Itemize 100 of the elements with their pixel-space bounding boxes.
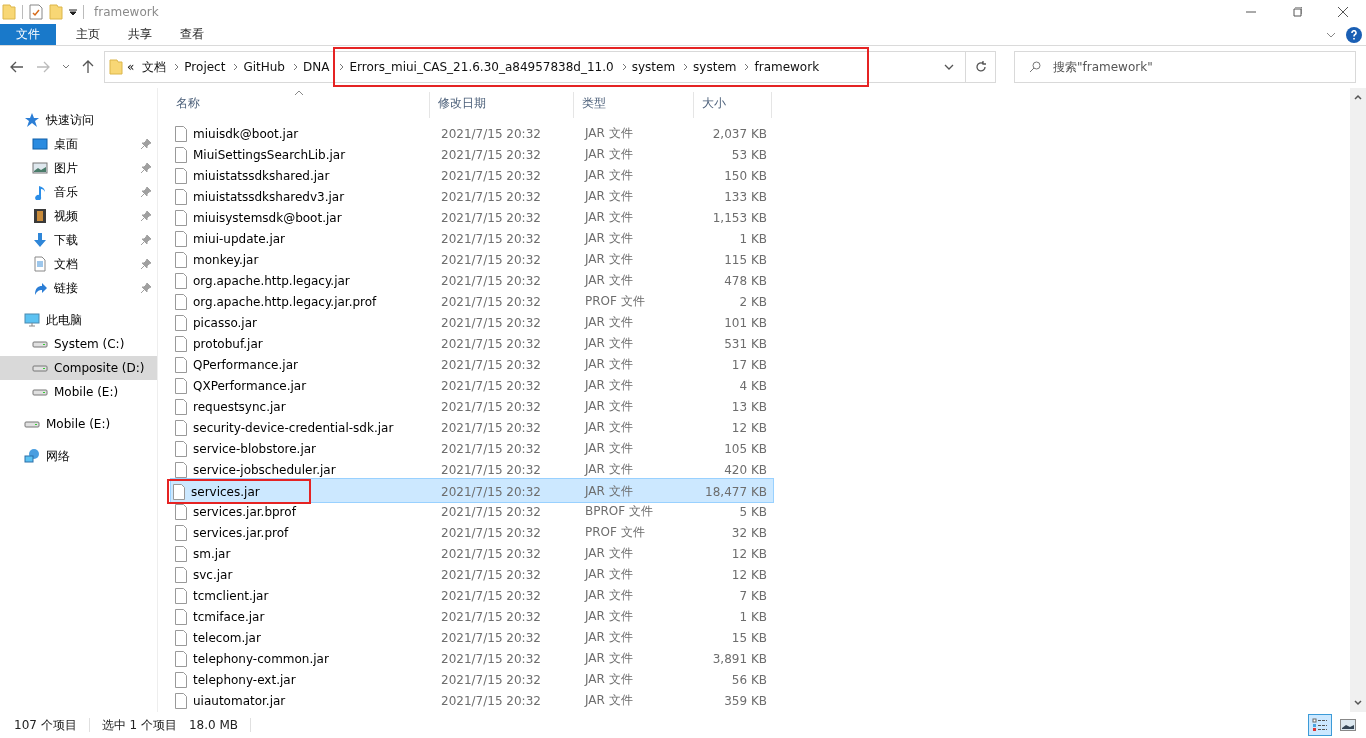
scroll-up-icon[interactable] xyxy=(1354,94,1362,100)
sidebar-item[interactable]: 视频 xyxy=(0,204,157,228)
sidebar-item[interactable]: 图片 xyxy=(0,156,157,180)
scroll-down-icon[interactable] xyxy=(1354,700,1362,706)
file-row[interactable]: tcmiface.jar 2021/7/15 20:32 JAR 文件 1 KB xyxy=(170,606,774,627)
file-row[interactable]: services.jar.bprof 2021/7/15 20:32 BPROF 文件 5 KB xyxy=(170,501,774,522)
file-row[interactable]: miui-update.jar 2021/7/15 20:32 JAR 文件 1 KB xyxy=(170,228,774,249)
file-row[interactable]: telephony-ext.jar 2021/7/15 20:32 JAR 文件 56 KB xyxy=(170,669,774,690)
size-cell-text: 12 KB xyxy=(730,546,768,561)
sidebar-item[interactable]: 文档 xyxy=(0,252,157,276)
size-cell-text: 1 KB xyxy=(738,231,768,246)
sidebar-item[interactable]: 此电脑 xyxy=(0,308,157,332)
sidebar-item[interactable]: 快速访问 xyxy=(0,108,157,132)
breadcrumb[interactable]: system xyxy=(679,47,741,87)
drive-icon xyxy=(32,388,48,396)
pin-icon xyxy=(141,139,151,149)
sidebar-item[interactable]: 网络 xyxy=(0,444,157,468)
column-header[interactable]: 名称 xyxy=(168,92,430,118)
folder-icon xyxy=(109,59,123,75)
breadcrumb[interactable]: GitHub xyxy=(229,58,289,76)
sidebar-item[interactable]: Mobile (E:) xyxy=(0,412,157,436)
file-icon xyxy=(175,419,187,436)
file-row[interactable]: miuisystemsdk@boot.jar 2021/7/15 20:32 JAR 文件 1,153 KB xyxy=(170,207,774,228)
sidebar-item[interactable]: 链接 xyxy=(0,276,157,300)
file-row[interactable]: service-jobscheduler.jar 2021/7/15 20:32 JAR 文件 420 KB xyxy=(170,459,774,480)
file-row[interactable]: telephony-common.jar 2021/7/15 20:32 JAR 文件 3,891 KB xyxy=(170,648,774,669)
file-row[interactable]: QPerformance.jar 2021/7/15 20:32 JAR 文件 17 KB xyxy=(170,354,774,375)
file-row[interactable]: org.apache.http.legacy.jar 2021/7/15 20:32 JAR 文件 478 KB xyxy=(170,270,774,291)
file-row[interactable]: service-blobstore.jar 2021/7/15 20:32 JAR 文件 105 KB xyxy=(170,438,774,459)
pin-icon xyxy=(141,211,151,221)
breadcrumb[interactable]: framework xyxy=(740,47,870,87)
star-icon xyxy=(24,112,40,128)
restore-icon xyxy=(1292,7,1302,17)
file-row[interactable]: miuistatssdkshared.jar 2021/7/15 20:32 JAR 文件 150 KB xyxy=(170,165,774,186)
file-row[interactable]: org.apache.http.legacy.jar.prof 2021/7/15 20:32 PROF 文件 2 KB xyxy=(170,291,774,312)
sidebar-item[interactable]: Mobile (E:) xyxy=(0,380,157,404)
help-icon[interactable] xyxy=(1346,26,1362,43)
file-row[interactable]: telecom.jar 2021/7/15 20:32 JAR 文件 15 KB xyxy=(170,627,774,648)
file-row[interactable]: services.jar 2021/7/15 20:32 JAR 文件 18,477 KB xyxy=(170,478,774,503)
network-icon xyxy=(24,448,40,464)
date-cell-text: 2021/7/15 20:32 xyxy=(440,294,542,309)
file-name: tcmclient.jar xyxy=(193,588,269,603)
size-cell-text: 531 KB xyxy=(723,336,768,351)
type-cell-text: JAR 文件 xyxy=(583,566,634,583)
file-row[interactable]: sm.jar 2021/7/15 20:32 JAR 文件 12 KB xyxy=(170,543,774,564)
type-cell-text: JAR 文件 xyxy=(583,419,634,436)
checklist-icon[interactable] xyxy=(29,4,43,20)
file-name: QXPerformance.jar xyxy=(193,378,307,393)
file-row[interactable]: uiautomator.jar 2021/7/15 20:32 JAR 文件 359 KB xyxy=(170,690,774,711)
expand-ribbon-icon[interactable] xyxy=(1326,31,1336,38)
file-row[interactable]: tcmclient.jar 2021/7/15 20:32 JAR 文件 7 KB xyxy=(170,585,774,606)
sidebar-item[interactable]: Composite (D:) xyxy=(0,356,157,380)
breadcrumb[interactable]: Project xyxy=(170,58,230,76)
date-cell-text: 2021/7/15 20:32 xyxy=(440,336,542,351)
type-cell-text: JAR 文件 xyxy=(583,314,634,331)
search-field[interactable]: 搜索"framework" xyxy=(1014,51,1356,83)
file-row[interactable]: services.jar.prof 2021/7/15 20:32 PROF 文件 32 KB xyxy=(170,522,774,543)
type-cell-text: JAR 文件 xyxy=(583,671,634,688)
breadcrumb[interactable]: system xyxy=(617,47,680,87)
column-header[interactable]: 类型 xyxy=(574,92,694,118)
date-cell-text: 2021/7/15 20:32 xyxy=(440,525,542,540)
details-view-button[interactable] xyxy=(1308,714,1332,736)
column-header[interactable]: 修改日期 xyxy=(430,92,574,118)
sidebar-item[interactable]: System (C:) xyxy=(0,332,157,356)
date-cell-text: 2021/7/15 20:32 xyxy=(440,672,542,687)
computer-icon xyxy=(24,312,40,328)
sidebar-item[interactable]: 下载 xyxy=(0,228,157,252)
overflow-chevron[interactable]: « xyxy=(123,60,139,74)
date-cell-text: 2021/7/15 20:32 xyxy=(440,168,542,183)
sidebar-item[interactable]: 桌面 xyxy=(0,132,157,156)
size-cell-text: 359 KB xyxy=(723,693,768,708)
breadcrumb[interactable]: Errors_miui_CAS_21.6.30_a84957838d_11.0 xyxy=(333,47,618,87)
type-cell-text: PROF 文件 xyxy=(584,524,646,541)
ribbon-tab[interactable]: 查看 xyxy=(166,24,218,45)
file-row[interactable]: monkey.jar 2021/7/15 20:32 JAR 文件 115 KB xyxy=(170,249,774,270)
file-row[interactable]: picasso.jar 2021/7/15 20:32 JAR 文件 101 KB xyxy=(170,312,774,333)
shortcut-arrow-icon xyxy=(32,280,48,296)
ribbon-tab[interactable]: 主页 xyxy=(62,24,114,45)
size-cell-text: 420 KB xyxy=(723,462,768,477)
column-header[interactable]: 大小 xyxy=(694,92,772,118)
size-cell-text: 150 KB xyxy=(723,168,768,183)
sidebar-item[interactable]: 音乐 xyxy=(0,180,157,204)
file-row[interactable]: security-device-credential-sdk.jar 2021/7/15 20:32 JAR 文件 12 KB xyxy=(170,417,774,438)
minimize-icon xyxy=(1246,11,1256,13)
file-name: monkey.jar xyxy=(193,252,259,267)
file-row[interactable]: QXPerformance.jar 2021/7/15 20:32 JAR 文件 4 KB xyxy=(170,375,774,396)
file-row[interactable]: miuisdk@boot.jar 2021/7/15 20:32 JAR 文件 2,037 KB xyxy=(170,123,774,144)
file-row[interactable]: requestsync.jar 2021/7/15 20:32 JAR 文件 13 KB xyxy=(170,396,774,417)
dropdown-icon[interactable] xyxy=(69,8,77,16)
ribbon-tab[interactable]: 文件 xyxy=(0,24,56,45)
scrollbar[interactable] xyxy=(1350,88,1366,712)
file-row[interactable]: svc.jar 2021/7/15 20:32 JAR 文件 12 KB xyxy=(170,564,774,585)
ribbon-tab[interactable]: 共享 xyxy=(114,24,166,45)
breadcrumb[interactable]: 文档 xyxy=(138,56,171,78)
file-row[interactable]: MiuiSettingsSearchLib.jar 2021/7/15 20:32 JAR 文件 53 KB xyxy=(170,144,774,165)
file-row[interactable]: miuistatssdksharedv3.jar 2021/7/15 20:32 JAR 文件 133 KB xyxy=(170,186,774,207)
file-row[interactable]: protobuf.jar 2021/7/15 20:32 JAR 文件 531 KB xyxy=(170,333,774,354)
size-cell-text: 478 KB xyxy=(723,273,768,288)
date-cell-text: 2021/7/15 20:32 xyxy=(440,441,542,456)
breadcrumb[interactable]: DNA xyxy=(289,58,334,76)
